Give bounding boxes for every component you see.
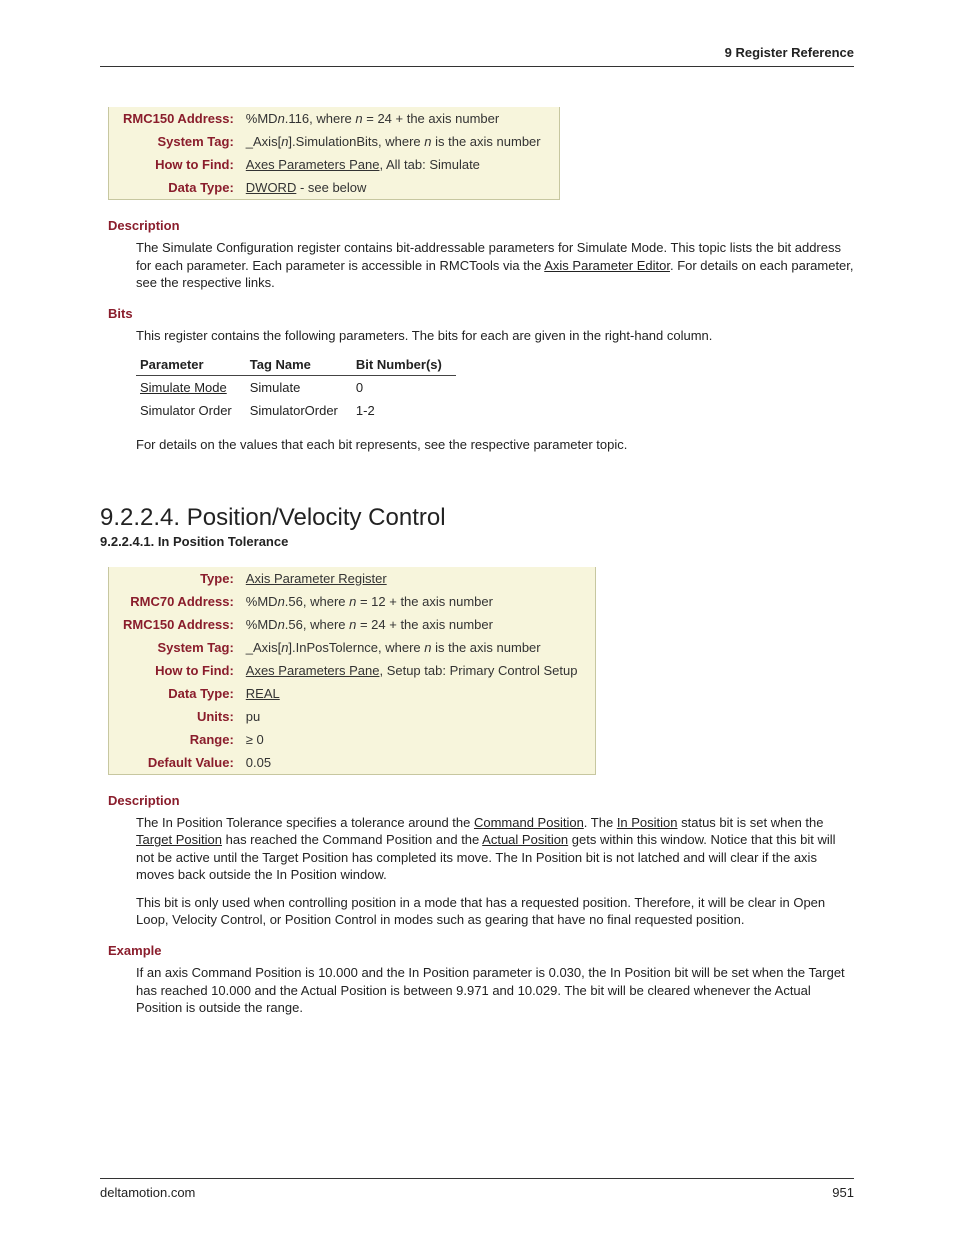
col-bit-numbers: Bit Number(s)	[352, 354, 456, 376]
link-in-position[interactable]: In Position	[617, 815, 678, 830]
register-info-table-2: Type: Axis Parameter Register RMC70 Addr…	[108, 567, 596, 775]
table-row: Simulate Mode Simulate 0	[136, 376, 456, 400]
heading-description: Description	[108, 218, 854, 233]
value-data-type-2: REAL	[242, 682, 596, 705]
page-footer: deltamotion.com 951	[100, 1178, 854, 1200]
col-tag-name: Tag Name	[246, 354, 352, 376]
heading-description-2: Description	[108, 793, 854, 808]
heading-example: Example	[108, 943, 854, 958]
value-range: ≥ 0	[242, 728, 596, 751]
label-type: Type:	[109, 567, 242, 590]
value-how-to-find: Axes Parameters Pane, All tab: Simulate	[242, 153, 559, 176]
value-type: Axis Parameter Register	[242, 567, 596, 590]
page-header: 9 Register Reference	[100, 45, 854, 67]
value-system-tag-2: _Axis[n].InPosTolernce, where n is the a…	[242, 636, 596, 659]
value-units: pu	[242, 705, 596, 728]
description-paragraph-2b: This bit is only used when controlling p…	[136, 894, 854, 929]
bits-intro: This register contains the following par…	[136, 327, 854, 345]
link-simulate-mode[interactable]: Simulate Mode	[140, 380, 227, 395]
value-how-to-find-2: Axes Parameters Pane, Setup tab: Primary…	[242, 659, 596, 682]
section-heading: 9.2.2.4. Position/Velocity Control	[100, 504, 854, 532]
register-info-table-1: RMC150 Address: %MDn.116, where n = 24 +…	[108, 107, 560, 200]
label-how-to-find-2: How to Find:	[109, 659, 242, 682]
description-paragraph-2a: The In Position Tolerance specifies a to…	[136, 814, 854, 884]
col-parameter: Parameter	[136, 354, 246, 376]
example-paragraph: If an axis Command Position is 10.000 an…	[136, 964, 854, 1017]
subsection-heading: 9.2.2.4.1. In Position Tolerance	[100, 534, 854, 549]
link-axes-parameters-pane-2[interactable]: Axes Parameters Pane	[246, 663, 380, 678]
link-target-position[interactable]: Target Position	[136, 832, 222, 847]
link-axes-parameters-pane[interactable]: Axes Parameters Pane	[246, 157, 380, 172]
label-system-tag-2: System Tag:	[109, 636, 242, 659]
label-system-tag: System Tag:	[109, 130, 242, 153]
bits-table: Parameter Tag Name Bit Number(s) Simulat…	[136, 354, 456, 422]
footer-site: deltamotion.com	[100, 1185, 195, 1200]
label-data-type: Data Type:	[109, 176, 242, 200]
link-real[interactable]: REAL	[246, 686, 280, 701]
bits-outro: For details on the values that each bit …	[136, 436, 854, 454]
label-data-type-2: Data Type:	[109, 682, 242, 705]
link-actual-position[interactable]: Actual Position	[482, 832, 568, 847]
label-rmc150-address-2: RMC150 Address:	[109, 613, 242, 636]
link-dword[interactable]: DWORD	[246, 180, 297, 195]
label-default-value: Default Value:	[109, 751, 242, 775]
value-rmc150-address-2: %MDn.56, where n = 24 + the axis number	[242, 613, 596, 636]
page: 9 Register Reference RMC150 Address: %MD…	[0, 0, 954, 1235]
value-data-type: DWORD - see below	[242, 176, 559, 200]
heading-bits: Bits	[108, 306, 854, 321]
label-range: Range:	[109, 728, 242, 751]
footer-page-number: 951	[832, 1185, 854, 1200]
table-row: Simulator Order SimulatorOrder 1-2	[136, 399, 456, 422]
link-axis-parameter-register[interactable]: Axis Parameter Register	[246, 571, 387, 586]
label-units: Units:	[109, 705, 242, 728]
description-paragraph: The Simulate Configuration register cont…	[136, 239, 854, 292]
link-axis-parameter-editor[interactable]: Axis Parameter Editor	[544, 258, 670, 273]
value-rmc150-address: %MDn.116, where n = 24 + the axis number	[242, 107, 559, 130]
link-command-position[interactable]: Command Position	[474, 815, 584, 830]
label-how-to-find: How to Find:	[109, 153, 242, 176]
value-rmc70-address: %MDn.56, where n = 12 + the axis number	[242, 590, 596, 613]
label-rmc70-address: RMC70 Address:	[109, 590, 242, 613]
label-rmc150-address: RMC150 Address:	[109, 107, 242, 130]
value-system-tag: _Axis[n].SimulationBits, where n is the …	[242, 130, 559, 153]
value-default-value: 0.05	[242, 751, 596, 775]
